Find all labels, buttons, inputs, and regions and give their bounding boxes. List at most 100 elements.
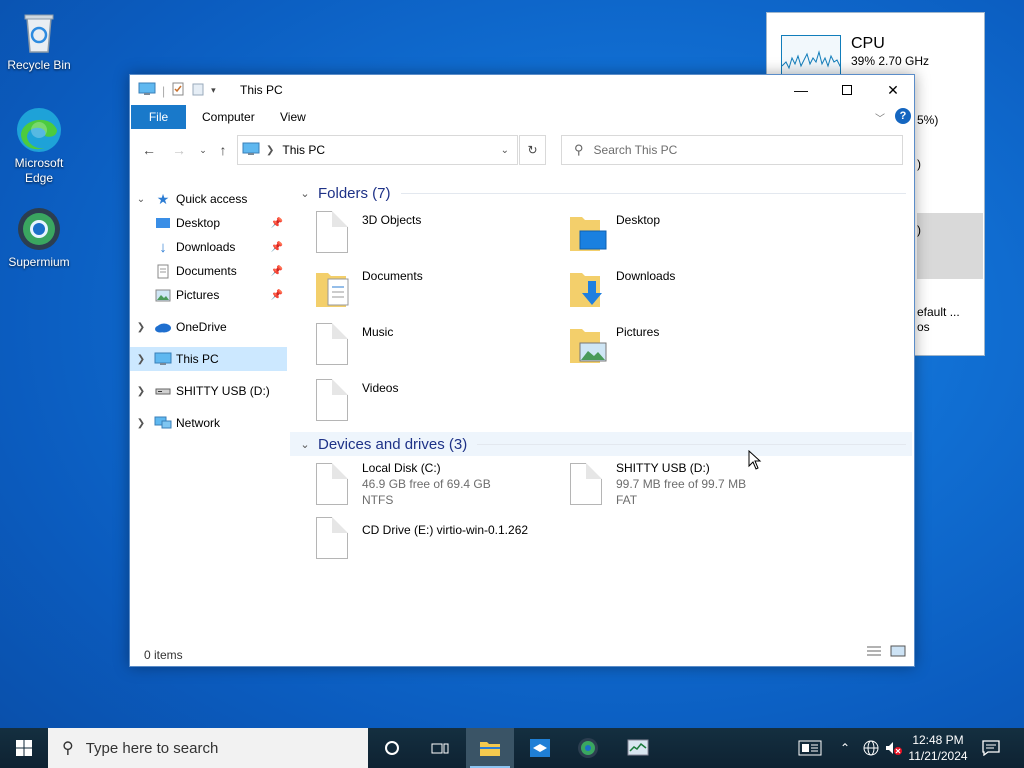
chevron-down-icon[interactable]: ⌄ xyxy=(134,194,148,205)
close-button[interactable]: ✕ xyxy=(870,75,916,105)
cpu-usage: 39% 2.70 GHz xyxy=(851,54,930,68)
chevron-right-icon[interactable]: ❯ xyxy=(134,418,148,429)
nav-network[interactable]: ❯ Network xyxy=(130,411,287,435)
cortana-button[interactable] xyxy=(368,728,416,768)
file-explorer-window[interactable]: | ▾ This PC — ✕ File Computer View ﹀ ? ←… xyxy=(129,74,915,667)
drive-local-disk-c[interactable]: Local Disk (C:) 46.9 GB free of 69.4 GB … xyxy=(290,461,540,511)
search-input[interactable]: ⚲ Search This PC xyxy=(561,135,903,165)
pictures-icon xyxy=(154,287,172,303)
group-header-folders[interactable]: ⌄ Folders (7) xyxy=(290,181,912,205)
notifications-button[interactable] xyxy=(982,728,1000,768)
nav-this-pc[interactable]: ❯ This PC xyxy=(130,347,287,371)
nav-documents[interactable]: Documents 📌 xyxy=(130,259,287,283)
folder-documents[interactable]: Documents xyxy=(290,267,540,315)
refresh-button[interactable]: ↻ xyxy=(519,135,546,165)
chevron-down-icon[interactable]: ⌄ xyxy=(296,187,314,200)
group-header-devices[interactable]: ⌄ Devices and drives (3) xyxy=(290,432,912,456)
taskbar-search-input[interactable]: ⚲ Type here to search xyxy=(48,728,368,768)
nav-usb-drive[interactable]: ❯ SHITTY USB (D:) xyxy=(130,379,287,403)
desktop-icon-label: Microsoft Edge xyxy=(14,156,64,185)
taskbar-app-2[interactable] xyxy=(516,728,564,768)
pin-icon[interactable]: 📌 xyxy=(271,242,283,253)
taskbar-clock[interactable]: 12:48 PM 11/21/2024 xyxy=(906,732,970,764)
folder-3d-objects[interactable]: 3D Objects xyxy=(290,211,540,259)
back-button[interactable]: ← xyxy=(138,139,160,161)
show-hidden-icons-button[interactable]: ⌃ xyxy=(840,728,850,768)
taskmgr-text-fragment: ) xyxy=(917,157,921,171)
maximize-button[interactable] xyxy=(824,75,870,105)
taskbar-task-manager[interactable] xyxy=(614,728,662,768)
properties-icon[interactable] xyxy=(171,82,185,99)
desktop-icon-supermium[interactable]: Supermium xyxy=(1,205,77,270)
breadcrumb-this-pc[interactable]: This PC xyxy=(282,143,325,157)
task-view-button[interactable] xyxy=(416,728,464,768)
nav-pictures[interactable]: Pictures 📌 xyxy=(130,283,287,307)
nav-desktop[interactable]: Desktop 📌 xyxy=(130,211,287,235)
pin-icon[interactable]: 📌 xyxy=(271,218,283,229)
breadcrumb-separator-icon[interactable]: ❯ xyxy=(266,145,274,156)
nav-quick-access[interactable]: ⌄ ★ Quick access xyxy=(130,187,287,211)
title-bar[interactable]: | ▾ This PC — ✕ xyxy=(130,75,914,105)
address-row: ← → ⌄ ↑ ❯ This PC ⌄ ↻ ⚲ Search This PC xyxy=(130,133,914,167)
chevron-right-icon[interactable]: ❯ xyxy=(134,322,148,333)
mouse-cursor-icon xyxy=(748,449,762,473)
nav-downloads[interactable]: ↓ Downloads 📌 xyxy=(130,235,287,259)
folder-downloads[interactable]: Downloads xyxy=(544,267,794,315)
drive-cd-e[interactable]: CD Drive (E:) virtio-win-0.1.262 xyxy=(290,517,540,565)
tab-file[interactable]: File xyxy=(131,105,186,129)
supermium-icon xyxy=(15,205,63,253)
taskmgr-selected-item[interactable] xyxy=(917,213,983,279)
customize-quick-access-icon[interactable]: ▾ xyxy=(211,85,216,96)
new-folder-icon[interactable] xyxy=(191,82,205,99)
folder-videos[interactable]: Videos xyxy=(290,379,540,427)
help-icon[interactable]: ? xyxy=(895,108,911,124)
speaker-muted-icon xyxy=(886,742,902,755)
arrow-left-icon: ← xyxy=(142,142,156,158)
cloud-icon xyxy=(154,319,172,335)
desktop-icon-edge[interactable]: Microsoft Edge xyxy=(1,106,77,186)
network-icon xyxy=(154,415,172,431)
status-item-count: 0 items xyxy=(144,648,183,662)
address-dropdown-icon[interactable]: ⌄ xyxy=(501,145,509,156)
blank-file-icon xyxy=(314,323,350,367)
forward-button[interactable]: → xyxy=(168,139,190,161)
minimize-button[interactable]: — xyxy=(778,75,824,105)
address-bar[interactable]: ❯ This PC ⌄ xyxy=(237,135,518,165)
recent-locations-button[interactable]: ⌄ xyxy=(192,139,214,161)
content-pane[interactable]: ⌄ Folders (7) 3D Objects Desktop Documen… xyxy=(290,179,915,639)
pin-icon[interactable]: 📌 xyxy=(271,290,283,301)
pin-icon[interactable]: 📌 xyxy=(271,266,283,277)
chevron-right-icon[interactable]: ❯ xyxy=(134,386,148,397)
details-view-icon[interactable] xyxy=(866,645,882,660)
tab-view[interactable]: View xyxy=(266,105,320,129)
chevron-down-icon[interactable]: ⌄ xyxy=(296,438,314,451)
start-button[interactable] xyxy=(0,728,48,768)
desktop-icon-recycle-bin[interactable]: Recycle Bin xyxy=(1,8,77,73)
volume-button[interactable] xyxy=(884,728,902,768)
nav-onedrive[interactable]: ❯ OneDrive xyxy=(130,315,287,339)
search-icon: ⚲ xyxy=(574,142,584,157)
tab-computer[interactable]: Computer xyxy=(188,105,269,129)
maximize-icon xyxy=(842,85,852,95)
navigation-pane[interactable]: ⌄ ★ Quick access Desktop 📌 ↓ Downloads 📌… xyxy=(130,179,290,639)
chevron-up-icon: ⌃ xyxy=(840,741,851,755)
tray-action-icon[interactable] xyxy=(798,728,822,768)
cpu-graph[interactable] xyxy=(781,35,841,79)
taskbar-supermium[interactable] xyxy=(564,728,612,768)
this-pc-icon xyxy=(154,351,172,367)
tiles-view-icon[interactable] xyxy=(890,645,906,660)
chevron-right-icon[interactable]: ❯ xyxy=(134,354,148,365)
search-placeholder: Search This PC xyxy=(593,143,678,157)
expand-ribbon-icon[interactable]: ﹀ xyxy=(875,110,885,125)
drive-free-space: 46.9 GB free of 69.4 GB xyxy=(362,477,491,491)
taskbar: ⚲ Type here to search ⌃ 12:48 PM 11/21/2… xyxy=(0,728,1024,768)
news-feed-icon xyxy=(798,740,822,756)
up-button[interactable]: ↑ xyxy=(212,139,234,161)
folder-pictures[interactable]: Pictures xyxy=(544,323,794,371)
folder-music[interactable]: Music xyxy=(290,323,540,371)
clock-date: 11/21/2024 xyxy=(908,749,968,763)
folder-desktop[interactable]: Desktop xyxy=(544,211,794,259)
network-status-button[interactable] xyxy=(862,728,880,768)
taskbar-file-explorer[interactable] xyxy=(466,728,514,768)
desktop-icon-label: Recycle Bin xyxy=(7,58,71,72)
